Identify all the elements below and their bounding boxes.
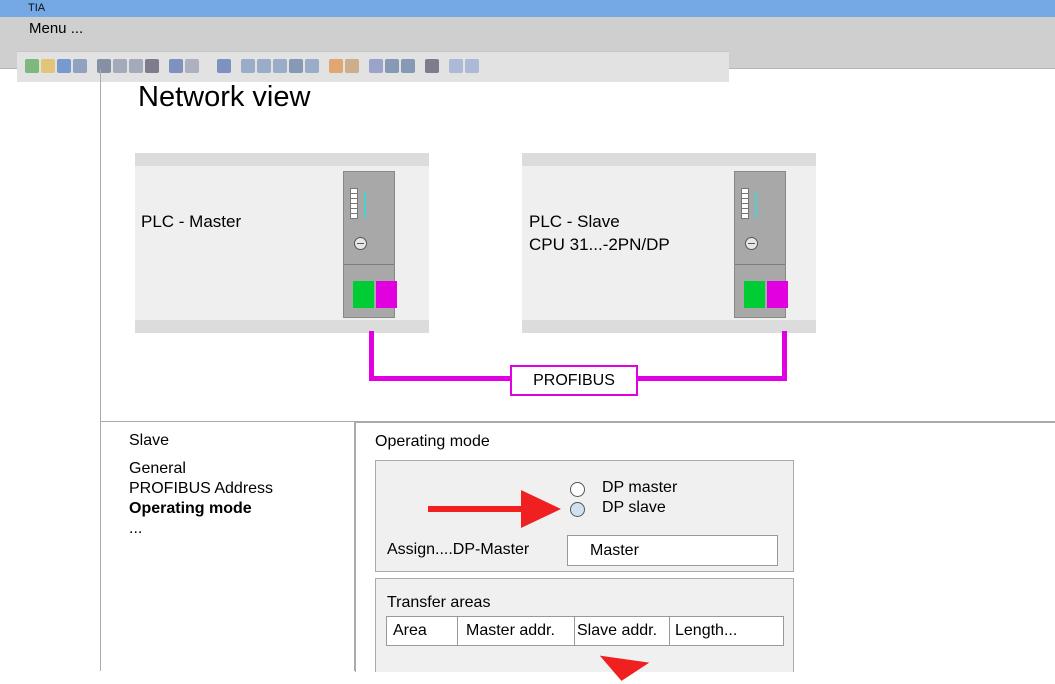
transfer-areas-box: Transfer areas Area Master addr. Slave a…	[375, 578, 794, 684]
col-length: Length...	[675, 622, 738, 639]
radio-dp-master[interactable]	[570, 482, 585, 497]
mode-switch-icon	[745, 237, 758, 250]
operating-mode-panel: Operating mode DP master DP slave Assign…	[355, 422, 1055, 684]
master-bottom-rail	[135, 320, 429, 333]
master-label: PLC - Master	[141, 212, 242, 231]
profibus-port[interactable]	[767, 281, 788, 308]
led	[350, 213, 358, 219]
led	[741, 213, 749, 219]
bus-drop-master	[369, 331, 374, 381]
network-view-heading: Network view	[138, 81, 311, 113]
master-cpu-module[interactable]	[343, 171, 397, 318]
nav-item-profibus-address[interactable]: PROFIBUS Address	[129, 480, 273, 498]
column-separator	[669, 617, 670, 645]
module-divider	[344, 264, 394, 265]
arrow-head-icon	[521, 490, 561, 528]
bus-drop-slave	[782, 331, 787, 381]
arrow-down-icon	[596, 655, 650, 684]
slave-properties-nav: Slave General PROFIBUS Address Operating…	[101, 422, 355, 671]
assign-master-field[interactable]: Master	[567, 535, 778, 566]
master-top-rail	[135, 153, 429, 166]
slave-cpu-module[interactable]	[734, 171, 788, 318]
nav-item-more[interactable]: ...	[129, 520, 142, 538]
mode-settings-box: DP master DP slave Assign....DP-Master M…	[375, 460, 794, 572]
assign-master-label: Assign....DP-Master	[387, 541, 530, 558]
profibus-port[interactable]	[376, 281, 397, 308]
slave-nav-title: Slave	[129, 432, 170, 449]
nav-item-general[interactable]: General	[129, 460, 186, 478]
operating-mode-title: Operating mode	[375, 433, 490, 450]
col-master-addr: Master addr.	[466, 622, 555, 639]
status-led	[364, 192, 366, 218]
slave-label: PLC - Slave CPU 31...-2PN/DP	[529, 210, 670, 256]
slave-bottom-rail	[522, 320, 816, 333]
col-area: Area	[393, 622, 427, 639]
slave-label-line1: PLC - Slave	[529, 212, 620, 231]
transfer-areas-title: Transfer areas	[387, 594, 491, 611]
port-green	[353, 281, 374, 308]
app-title: TIA	[28, 2, 46, 14]
title-bar: TIA	[0, 0, 1055, 17]
column-separator	[574, 617, 575, 645]
column-separator	[457, 617, 458, 645]
status-led	[755, 192, 757, 218]
module-divider	[735, 264, 785, 265]
col-slave-addr: Slave addr.	[577, 622, 658, 639]
port-green	[744, 281, 765, 308]
mode-switch-icon	[354, 237, 367, 250]
radio-dp-slave[interactable]	[570, 502, 585, 517]
project-tree-panel	[0, 69, 101, 671]
nav-item-operating-mode[interactable]: Operating mode	[129, 500, 252, 518]
arrow-right-icon	[428, 506, 523, 512]
slave-label-line2: CPU 31...-2PN/DP	[529, 235, 670, 254]
profibus-label[interactable]: PROFIBUS	[510, 365, 638, 396]
transfer-areas-header: Area Master addr. Slave addr. Length...	[386, 616, 784, 646]
menu-button[interactable]: Menu ...	[29, 20, 83, 37]
network-view: Network view PLC - Master PLC - Slave CP…	[101, 69, 1055, 422]
dp-master-label: DP master	[602, 479, 678, 496]
dp-slave-label: DP slave	[602, 499, 666, 516]
menu-bar: Menu ...	[0, 17, 1055, 82]
slave-top-rail	[522, 153, 816, 166]
